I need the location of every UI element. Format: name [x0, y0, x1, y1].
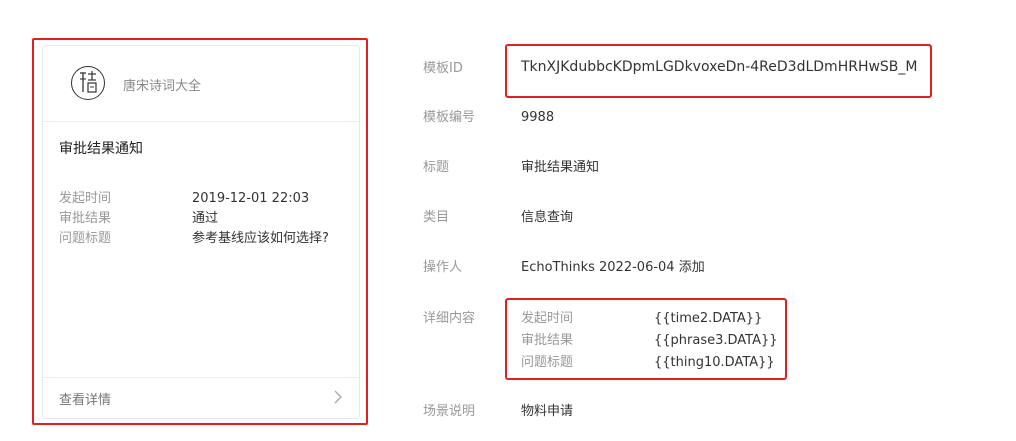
category-label: 类目: [423, 210, 450, 225]
template-no-label: 模板编号: [423, 110, 476, 125]
template-id-label: 模板ID: [423, 61, 463, 76]
content-line-value: {{phrase3.DATA}}: [654, 333, 778, 348]
card-field-value: 通过: [192, 211, 219, 226]
content-line-key: 发起时间: [521, 311, 574, 326]
title-value: 审批结果通知: [521, 160, 600, 175]
content-line-value: {{thing10.DATA}}: [654, 355, 775, 370]
category-value: 信息查询: [521, 210, 574, 225]
content-line-list: 发起时间 {{time2.DATA}} 审批结果 {{phrase3.DATA}…: [521, 308, 778, 374]
operator-label: 操作人: [423, 260, 463, 275]
template-detail-page: 唐宋诗词大全 审批结果通知 发起时间 2019-12-01 22:03 审批结果…: [0, 0, 1016, 441]
card-field-key: 问题标题: [59, 231, 112, 246]
content-label: 详细内容: [423, 311, 476, 326]
scene-value: 物料申请: [521, 404, 574, 419]
content-line-key: 问题标题: [521, 355, 574, 370]
card-field-value: 2019-12-01 22:03: [192, 191, 310, 206]
content-line: 审批结果 {{phrase3.DATA}}: [521, 330, 778, 352]
card-field-row: 审批结果 通过: [59, 209, 349, 229]
poetry-seal-icon: [80, 71, 97, 93]
card-header: 唐宋诗词大全: [43, 46, 359, 122]
content-line-key: 审批结果: [521, 333, 574, 348]
card-field-value: 参考基线应该如何选择?: [192, 231, 329, 246]
template-id-value: TknXJKdubbcKDpmLGDkvoxeDn-4ReD3dLDmHRHwS…: [521, 59, 918, 75]
scene-label: 场景说明: [423, 404, 476, 419]
view-details-link[interactable]: 查看详情: [59, 389, 111, 408]
title-label: 标题: [423, 160, 450, 175]
template-no-value: 9988: [521, 110, 555, 125]
operator-value: EchoThinks 2022-06-04 添加: [521, 260, 705, 275]
content-line: 问题标题 {{thing10.DATA}}: [521, 352, 778, 374]
card-field-row: 发起时间 2019-12-01 22:03: [59, 189, 349, 209]
card-field-key: 审批结果: [59, 211, 112, 226]
card-field-key: 发起时间: [59, 191, 112, 206]
content-line: 发起时间 {{time2.DATA}}: [521, 308, 778, 330]
card-field-row: 问题标题 参考基线应该如何选择?: [59, 229, 349, 249]
brand-name: 唐宋诗词大全: [123, 79, 202, 94]
card-title: 审批结果通知: [59, 141, 143, 157]
card-field-list: 发起时间 2019-12-01 22:03 审批结果 通过 问题标题 参考基线应…: [59, 189, 349, 249]
brand-logo-icon: [71, 66, 105, 100]
view-details-row[interactable]: 查看详情: [43, 377, 359, 418]
message-preview-card: 唐宋诗词大全 审批结果通知 发起时间 2019-12-01 22:03 审批结果…: [42, 45, 360, 419]
content-line-value: {{time2.DATA}}: [654, 311, 763, 326]
chevron-right-icon: [334, 390, 342, 404]
